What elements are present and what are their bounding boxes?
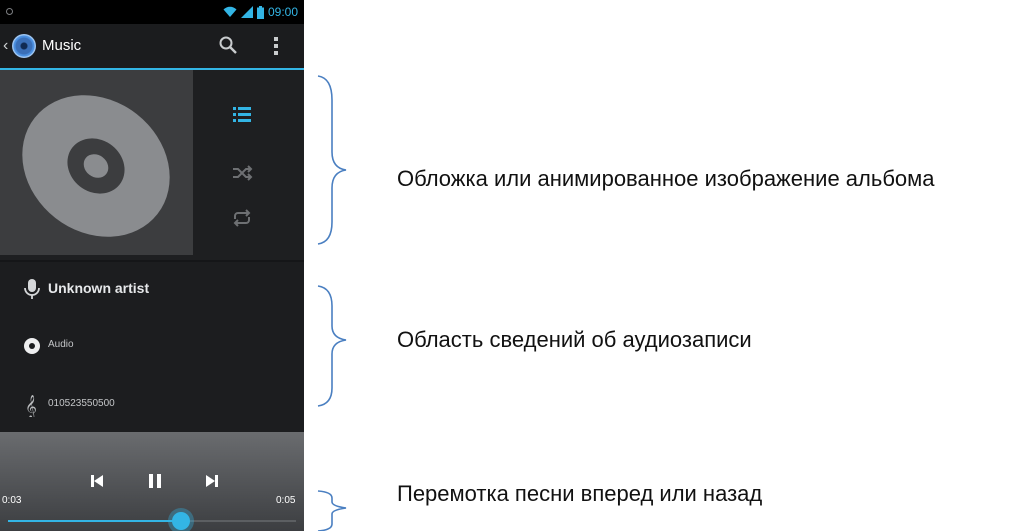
album-name: Audio	[48, 339, 74, 350]
elapsed-time: 0:03	[2, 495, 22, 506]
artist-name: Unknown artist	[48, 280, 150, 296]
annotation-album-art: Обложка или анимированное изображение ал…	[397, 166, 935, 191]
wifi-icon	[223, 6, 237, 17]
signal-icon	[240, 6, 253, 18]
seek-bar[interactable]	[8, 520, 296, 522]
shuffle-icon[interactable]	[231, 162, 253, 184]
track-title: 010523550500	[48, 398, 115, 409]
notification-icon	[6, 8, 13, 15]
album-art-area	[0, 70, 304, 260]
status-time: 09:00	[267, 5, 298, 19]
duration-time: 0:05	[276, 495, 296, 506]
back-chevron-icon[interactable]: ‹	[3, 37, 8, 55]
svg-text:𝄞: 𝄞	[25, 394, 37, 417]
brace-album-art	[317, 75, 347, 245]
track-info-area: Unknown artist Audio 𝄞 010523550500	[0, 262, 304, 432]
overflow-menu-icon[interactable]	[273, 36, 279, 56]
seek-progress	[8, 520, 181, 522]
repeat-icon[interactable]	[231, 207, 253, 229]
player-controls: 0:03 0:05	[0, 432, 304, 531]
battery-icon	[256, 5, 264, 19]
microphone-icon	[24, 279, 40, 299]
previous-icon[interactable]	[88, 472, 106, 490]
phone-screen: 09:00 ‹ Music Unknown artist Audio 𝄞 010…	[0, 0, 304, 531]
treble-clef-icon: 𝄞	[25, 394, 37, 417]
disc-icon	[22, 95, 170, 237]
seek-thumb[interactable]	[171, 512, 190, 530]
pause-icon[interactable]	[146, 472, 164, 490]
annotation-seek: Перемотка песни вперед или назад	[397, 481, 763, 506]
playlist-icon[interactable]	[231, 103, 253, 125]
next-icon[interactable]	[203, 472, 221, 490]
status-indicators: 09:00	[223, 4, 298, 20]
action-bar: ‹ Music	[0, 24, 304, 70]
music-app-icon[interactable]	[12, 34, 36, 58]
annotation-braces	[317, 75, 347, 531]
brace-seek	[317, 490, 347, 531]
artist-row: Unknown artist	[0, 264, 304, 314]
brace-track-info	[317, 285, 347, 407]
status-bar: 09:00	[0, 0, 304, 24]
playback-mode-controls	[193, 70, 304, 260]
app-title: Music	[42, 37, 82, 54]
album-row: Audio	[0, 321, 304, 371]
search-icon[interactable]	[218, 35, 238, 55]
annotation-track-info: Область сведений об аудиозаписи	[397, 327, 752, 352]
album-disc-icon	[24, 338, 40, 354]
album-art	[0, 70, 193, 255]
title-row: 𝄞 010523550500	[0, 380, 304, 430]
